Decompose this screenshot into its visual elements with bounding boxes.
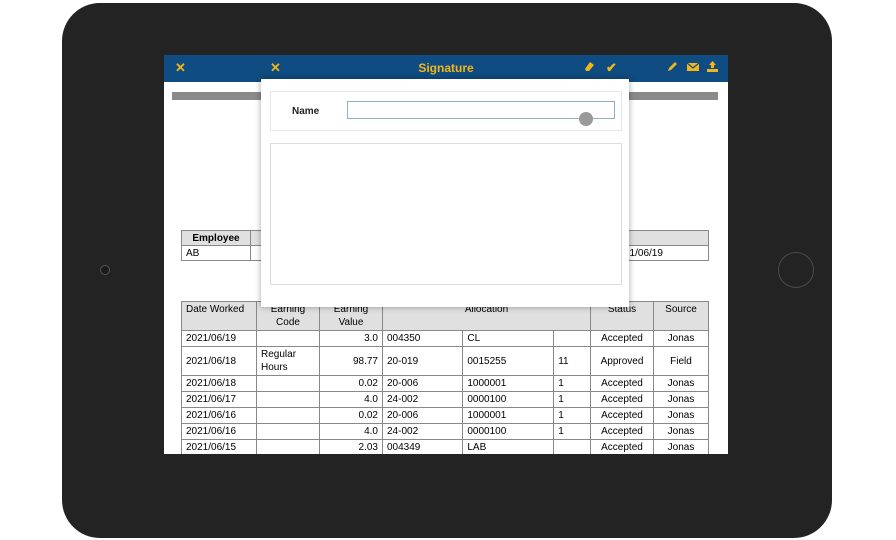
touch-cursor [579,112,593,126]
cell-code [256,423,320,440]
cell-a2: CL [462,330,555,347]
check-icon[interactable]: ✔ [606,60,617,76]
table-row[interactable]: 2021/06/18 Regular Hours 98.77 20-019 001525… [181,346,709,376]
cell-a2: 1000001 [462,375,555,392]
cell-a2: LAB [462,439,555,454]
cell-code: Regular Hours [256,346,320,376]
cell-value: 4.0 [319,391,383,408]
cell-value: 2.03 [319,439,383,454]
table-row[interactable]: 2021/06/15 2.03 004349 LAB Accepted Jonas [181,439,709,454]
cell-date: 2021/06/16 [181,423,257,440]
cell-a1: 004349 [381,439,464,454]
cell-a1: 20-006 [381,407,464,424]
cell-a2: 0000100 [462,423,555,440]
cell-source: Field [653,346,709,376]
cell-value: 98.77 [319,346,383,376]
cell-status: Approved [590,346,654,376]
cell-status: Accepted [590,375,654,392]
page-title: Signature [418,61,474,75]
table-row[interactable]: 2021/06/17 4.0 24-002 0000100 1 Accepted Jonas [181,391,709,408]
cell-a2: 0000100 [462,391,555,408]
table-row[interactable]: 2021/06/16 4.0 24-002 0000100 1 Accepted Jonas [181,423,709,440]
col-source: Source [653,301,709,331]
cell-code [256,407,320,424]
cell-a2: 1000001 [462,407,555,424]
signature-pad[interactable] [270,143,622,285]
cell-a1: 24-002 [381,391,464,408]
cell-a1: 20-006 [381,375,464,392]
cell-code [256,439,320,454]
cell-date: 2021/06/16 [181,407,257,424]
cell-date: 2021/06/18 [181,346,257,376]
cell-source: Jonas [653,391,709,408]
cell-date: 2021/06/19 [181,330,257,347]
cell-status: Accepted [590,407,654,424]
cell-date: 2021/06/15 [181,439,257,454]
camera-icon [100,265,110,275]
cell-code [256,330,320,347]
cell-value: 3.0 [319,330,383,347]
col-date-worked: Date Worked [181,301,257,331]
pencil-icon[interactable] [667,60,678,76]
cell-a1: 20-019 [381,346,464,376]
cell-code [256,375,320,392]
cell-source: Jonas [653,330,709,347]
cell-source: Jonas [653,423,709,440]
cell-source: Jonas [653,439,709,454]
cell-a3: 1 [553,423,591,440]
cell-a3 [553,439,591,454]
cell-value: 0.02 [319,375,383,392]
cell-date: 2021/06/17 [181,391,257,408]
app-screen: ✕ ✕ Signature ✔ Employee AB 21/06/19 Dat… [164,55,728,454]
eraser-icon[interactable] [583,60,595,76]
cell-a3 [553,330,591,347]
cell-status: Accepted [590,439,654,454]
top-bar: ✕ ✕ Signature ✔ [164,55,728,82]
cell-source: Jonas [653,375,709,392]
table-row[interactable]: 2021/06/19 3.0 004350 CL Accepted Jonas [181,330,709,347]
cell-value: 4.0 [319,423,383,440]
cell-a1: 004350 [381,330,464,347]
envelope-icon[interactable] [686,60,700,76]
cell-a3: 1 [553,391,591,408]
table-row[interactable]: 2021/06/16 0.02 20-006 1000001 1 Accepted Jona… [181,407,709,424]
cell-status: Accepted [590,391,654,408]
cell-status: Accepted [590,423,654,440]
cell-code [256,391,320,408]
time-entries-table: Date Worked Earning Code Earning Value A… [181,301,709,454]
cell-a3: 1 [553,407,591,424]
cell-a1: 24-002 [381,423,464,440]
name-label: Name [292,106,320,117]
cell-a3: 11 [553,346,591,376]
upload-icon[interactable] [707,60,718,76]
cell-status: Accepted [590,330,654,347]
cell-a3: 1 [553,375,591,392]
name-row: Name [270,91,622,131]
name-input[interactable] [347,101,615,119]
table-row[interactable]: 2021/06/18 0.02 20-006 1000001 1 Accepted Jona… [181,375,709,392]
employee-header: Employee [181,230,251,246]
cell-source: Jonas [653,407,709,424]
home-button[interactable] [778,252,814,288]
employee-value: AB [181,245,251,261]
cell-value: 0.02 [319,407,383,424]
date-value: 21/06/19 [619,245,709,261]
cell-date: 2021/06/18 [181,375,257,392]
cell-a2: 0015255 [462,346,555,376]
signature-dialog: Name [261,79,629,307]
